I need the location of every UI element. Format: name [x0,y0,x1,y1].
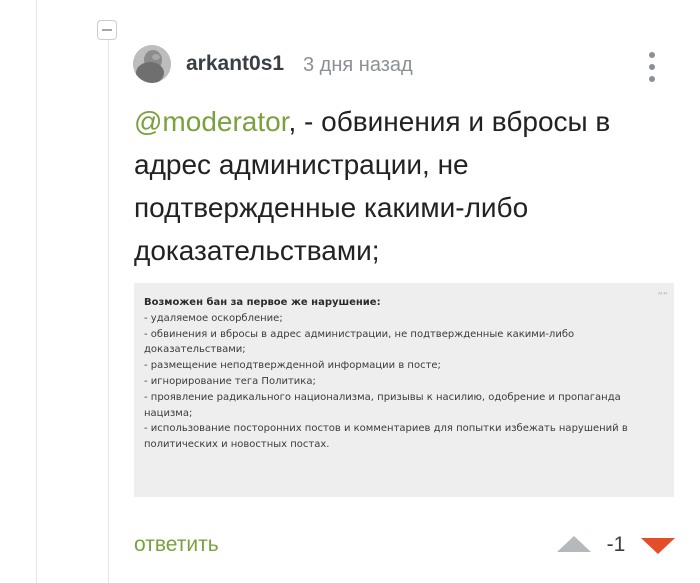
quote-line: - проявление радикального национализма, … [144,391,621,419]
thread-line [36,0,37,583]
collapse-thread-button[interactable] [97,20,117,40]
quoted-image[interactable]: ““ Возможен бан за первое же нарушение: … [134,283,674,497]
quote-icon: ““ [657,291,668,302]
more-options-button[interactable] [644,50,660,84]
comment-rating: -1 [606,533,626,556]
comment-timestamp[interactable]: 3 дня назад [303,54,413,77]
avatar-photo [133,45,171,83]
avatar[interactable] [133,45,171,83]
quote-line: - размещение неподтвержденной информации… [144,360,441,372]
comment-body: @moderator, - обвинения и вбросы в адрес… [134,100,654,272]
quote-line: - обвинения и вбросы в адрес администрац… [144,328,575,356]
thread-branch-line [108,40,109,583]
quote-line: - использование посторонних постов и ком… [144,423,628,451]
quote-line: - удаляемое оскорбление; [144,312,283,324]
vertical-dots-icon [649,52,655,58]
triangle-up-icon[interactable] [557,536,591,552]
quote-title: Возможен бан за первое же нарушение: [144,297,381,308]
username-link[interactable]: arkant0s1 [186,52,284,76]
mention-link[interactable]: @moderator [134,106,289,137]
triangle-down-icon[interactable] [641,538,675,554]
reply-button[interactable]: ответить [134,533,219,557]
quote-line: - игнорирование тега Политика; [144,375,316,387]
